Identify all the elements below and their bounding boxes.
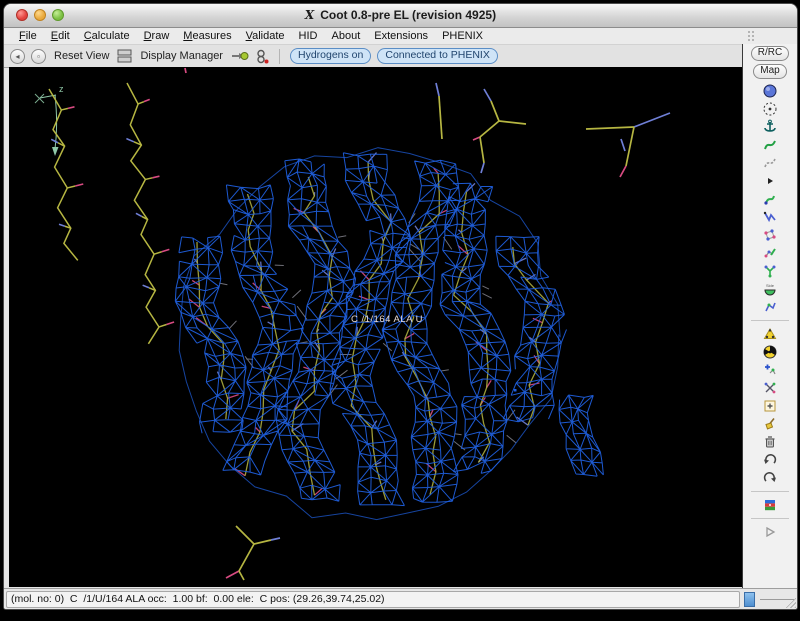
- undo-icon[interactable]: [743, 451, 797, 469]
- molecule-scene: z C /1/164 ALA U: [9, 67, 745, 587]
- phenix-connection-button[interactable]: Connected to PHENIX: [377, 48, 497, 64]
- expand-arrow-icon[interactable]: [743, 172, 797, 190]
- menu-file[interactable]: File: [12, 30, 44, 42]
- edit-chi-angles-icon[interactable]: [743, 298, 797, 316]
- add-atom-icon[interactable]: [743, 397, 797, 415]
- flip-sidechain-icon[interactable]: Side: [743, 280, 797, 298]
- menu-calculate[interactable]: Calculate: [77, 30, 137, 42]
- menu-bar: FileEditCalculateDrawMeasuresValidateHID…: [4, 28, 797, 45]
- redo-icon[interactable]: [743, 469, 797, 487]
- window-title: X Coot 0.8-pre EL (revision 4925): [4, 8, 797, 22]
- menu-edit[interactable]: Edit: [44, 30, 77, 42]
- active-residue-icon[interactable]: [255, 49, 269, 64]
- toolbar-separator: [279, 49, 280, 64]
- view-button[interactable]: ▫: [31, 49, 46, 64]
- menu-measures[interactable]: Measures: [176, 30, 238, 42]
- flip-peptide-icon[interactable]: [743, 325, 797, 343]
- toolbar-grip-icon[interactable]: [747, 30, 755, 41]
- menu-validate[interactable]: Validate: [239, 30, 292, 42]
- display-manager-icon: [117, 49, 132, 63]
- coot-window: X Coot 0.8-pre EL (revision 4925) FileEdi…: [3, 3, 798, 610]
- svg-text:Side: Side: [766, 283, 775, 288]
- graphics-canvas[interactable]: z C /1/164 ALA U: [9, 67, 745, 587]
- status-progress-widget: [744, 592, 755, 607]
- more-tools-icon[interactable]: [743, 523, 797, 541]
- refine-fragment-icon[interactable]: [743, 190, 797, 208]
- rotate-translate-icon[interactable]: [743, 226, 797, 244]
- regularize-icon[interactable]: [743, 154, 797, 172]
- delete-item-icon[interactable]: [743, 433, 797, 451]
- menu-draw[interactable]: Draw: [137, 30, 177, 42]
- window-title-text: Coot 0.8-pre EL (revision 4925): [320, 8, 496, 22]
- anchor-icon[interactable]: [743, 118, 797, 136]
- menu-hid[interactable]: HID: [292, 30, 325, 42]
- back-view-button[interactable]: ◂: [10, 49, 25, 64]
- sidebar-separator: [751, 518, 789, 519]
- rigid-body-fit-icon[interactable]: [743, 208, 797, 226]
- status-bar: (mol. no: 0) C /1/U/164 ALA occ: 1.00 bf…: [4, 588, 797, 609]
- menu-about[interactable]: About: [325, 30, 368, 42]
- mutate-residue-icon[interactable]: [743, 379, 797, 397]
- rotamers-icon[interactable]: [743, 262, 797, 280]
- real-space-refine-icon[interactable]: [743, 136, 797, 154]
- sidebar-separator: [751, 491, 789, 492]
- auto-fit-rotamer-icon[interactable]: [743, 244, 797, 262]
- x11-icon: X: [305, 8, 314, 22]
- menu-extensions[interactable]: Extensions: [367, 30, 435, 42]
- status-text: (mol. no: 0) C /1/U/164 ALA occ: 1.00 bf…: [6, 591, 740, 608]
- atom-label: C /1/164 ALA U: [351, 314, 423, 325]
- reset-view-button[interactable]: Reset View: [54, 50, 109, 62]
- status-divider: [760, 599, 794, 600]
- hydrogens-toggle-button[interactable]: Hydrogens on: [290, 48, 371, 64]
- jiggle-fit-icon[interactable]: [743, 343, 797, 361]
- display-manager-button[interactable]: Display Manager: [140, 50, 223, 62]
- add-terminal-residue-icon[interactable]: [743, 361, 797, 379]
- clear-pending-icon[interactable]: [743, 415, 797, 433]
- right-toolbar: R/RC Map Side: [742, 44, 797, 589]
- map-button[interactable]: Map: [753, 64, 786, 79]
- display-sphere-icon[interactable]: [743, 82, 797, 100]
- sidebar-separator: [751, 320, 789, 321]
- title-bar[interactable]: X Coot 0.8-pre EL (revision 4925): [4, 4, 797, 28]
- kludges-flag-icon[interactable]: [743, 496, 797, 514]
- rc-button[interactable]: R/RC: [751, 46, 789, 61]
- goto-atom-icon[interactable]: [231, 49, 249, 63]
- menu-phenix[interactable]: PHENIX: [435, 30, 490, 42]
- svg-text:z: z: [59, 84, 64, 94]
- reticle-icon[interactable]: [743, 100, 797, 118]
- main-toolbar: ◂ ▫ Reset View Display Manager Hydrogens…: [4, 45, 748, 68]
